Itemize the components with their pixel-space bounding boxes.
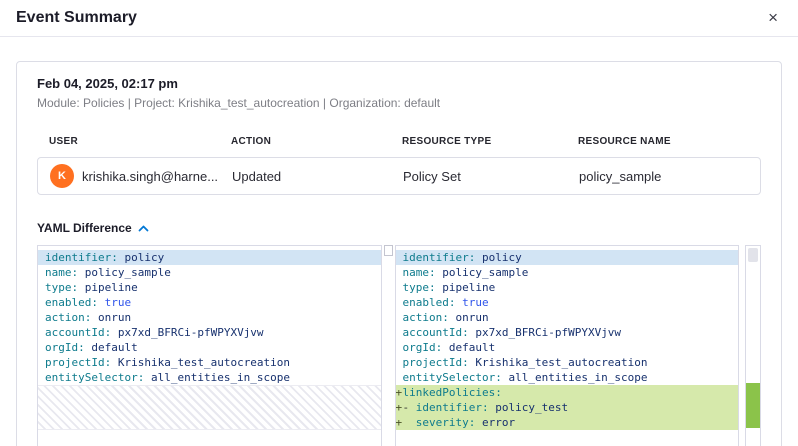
diff-collapsed-region bbox=[38, 385, 381, 430]
yaml-difference-label: YAML Difference bbox=[37, 221, 132, 235]
column-header-resource-name: RESOURCE NAME bbox=[578, 136, 749, 147]
modal-header: Event Summary × bbox=[0, 0, 798, 37]
column-header-resource-type: RESOURCE TYPE bbox=[402, 136, 578, 147]
avatar: K bbox=[50, 164, 74, 188]
diff-line: type: pipeline bbox=[396, 280, 739, 295]
diff-line: +linkedPolicies: bbox=[396, 385, 739, 400]
chevron-up-icon[interactable] bbox=[138, 225, 149, 232]
diff-line: orgId: default bbox=[38, 340, 381, 355]
user-email: krishika.singh@harne... bbox=[82, 169, 218, 184]
diff-gutter bbox=[382, 245, 395, 446]
diff-line: accountId: px7xd_BFRCi-pfWPYXVjvw bbox=[396, 325, 739, 340]
column-header-action: ACTION bbox=[231, 136, 402, 147]
resource-type-cell: Policy Set bbox=[403, 169, 579, 184]
diff-line: projectId: Krishika_test_autocreation bbox=[396, 355, 739, 370]
diff-line: enabled: true bbox=[396, 295, 739, 310]
diff-right-pane[interactable]: identifier: policyname: policy_sampletyp… bbox=[395, 245, 740, 446]
diff-scrollbar[interactable] bbox=[745, 245, 761, 446]
diff-map-added-marker bbox=[746, 383, 760, 428]
diff-line: identifier: policy bbox=[38, 250, 381, 265]
diff-line: orgId: default bbox=[396, 340, 739, 355]
diff-line: action: onrun bbox=[38, 310, 381, 325]
table-header-row: USER ACTION RESOURCE TYPE RESOURCE NAME bbox=[37, 136, 761, 147]
yaml-difference-toggle[interactable]: YAML Difference bbox=[37, 221, 761, 235]
diff-left-pane[interactable]: identifier: policyname: policy_sampletyp… bbox=[37, 245, 382, 446]
table-row[interactable]: K krishika.singh@harne... Updated Policy… bbox=[37, 157, 761, 195]
modal-body: Feb 04, 2025, 02:17 pm Module: Policies … bbox=[0, 37, 798, 446]
diff-line: entitySelector: all_entities_in_scope bbox=[396, 370, 739, 385]
diff-line: enabled: true bbox=[38, 295, 381, 310]
user-cell: K krishika.singh@harne... bbox=[50, 164, 232, 188]
diff-line: entitySelector: all_entities_in_scope bbox=[38, 370, 381, 385]
page-title: Event Summary bbox=[16, 9, 137, 27]
diff-line: name: policy_sample bbox=[396, 265, 739, 280]
yaml-diff-view: identifier: policyname: policy_sampletyp… bbox=[37, 245, 761, 446]
event-card: Feb 04, 2025, 02:17 pm Module: Policies … bbox=[16, 61, 782, 446]
event-timestamp: Feb 04, 2025, 02:17 pm bbox=[37, 76, 761, 91]
diff-line: name: policy_sample bbox=[38, 265, 381, 280]
column-header-user: USER bbox=[49, 136, 231, 147]
event-meta: Module: Policies | Project: Krishika_tes… bbox=[37, 96, 761, 110]
action-cell: Updated bbox=[232, 169, 403, 184]
diff-gutter-handle bbox=[384, 245, 393, 256]
diff-line: projectId: Krishika_test_autocreation bbox=[38, 355, 381, 370]
diff-line: action: onrun bbox=[396, 310, 739, 325]
close-icon[interactable]: × bbox=[764, 7, 782, 28]
scrollbar-thumb[interactable] bbox=[748, 248, 758, 262]
resource-name-cell: policy_sample bbox=[579, 169, 748, 184]
diff-line: + severity: error bbox=[396, 415, 739, 430]
diff-line: identifier: policy bbox=[396, 250, 739, 265]
diff-line: type: pipeline bbox=[38, 280, 381, 295]
diff-line: accountId: px7xd_BFRCi-pfWPYXVjvw bbox=[38, 325, 381, 340]
diff-line: +- identifier: policy_test bbox=[396, 400, 739, 415]
